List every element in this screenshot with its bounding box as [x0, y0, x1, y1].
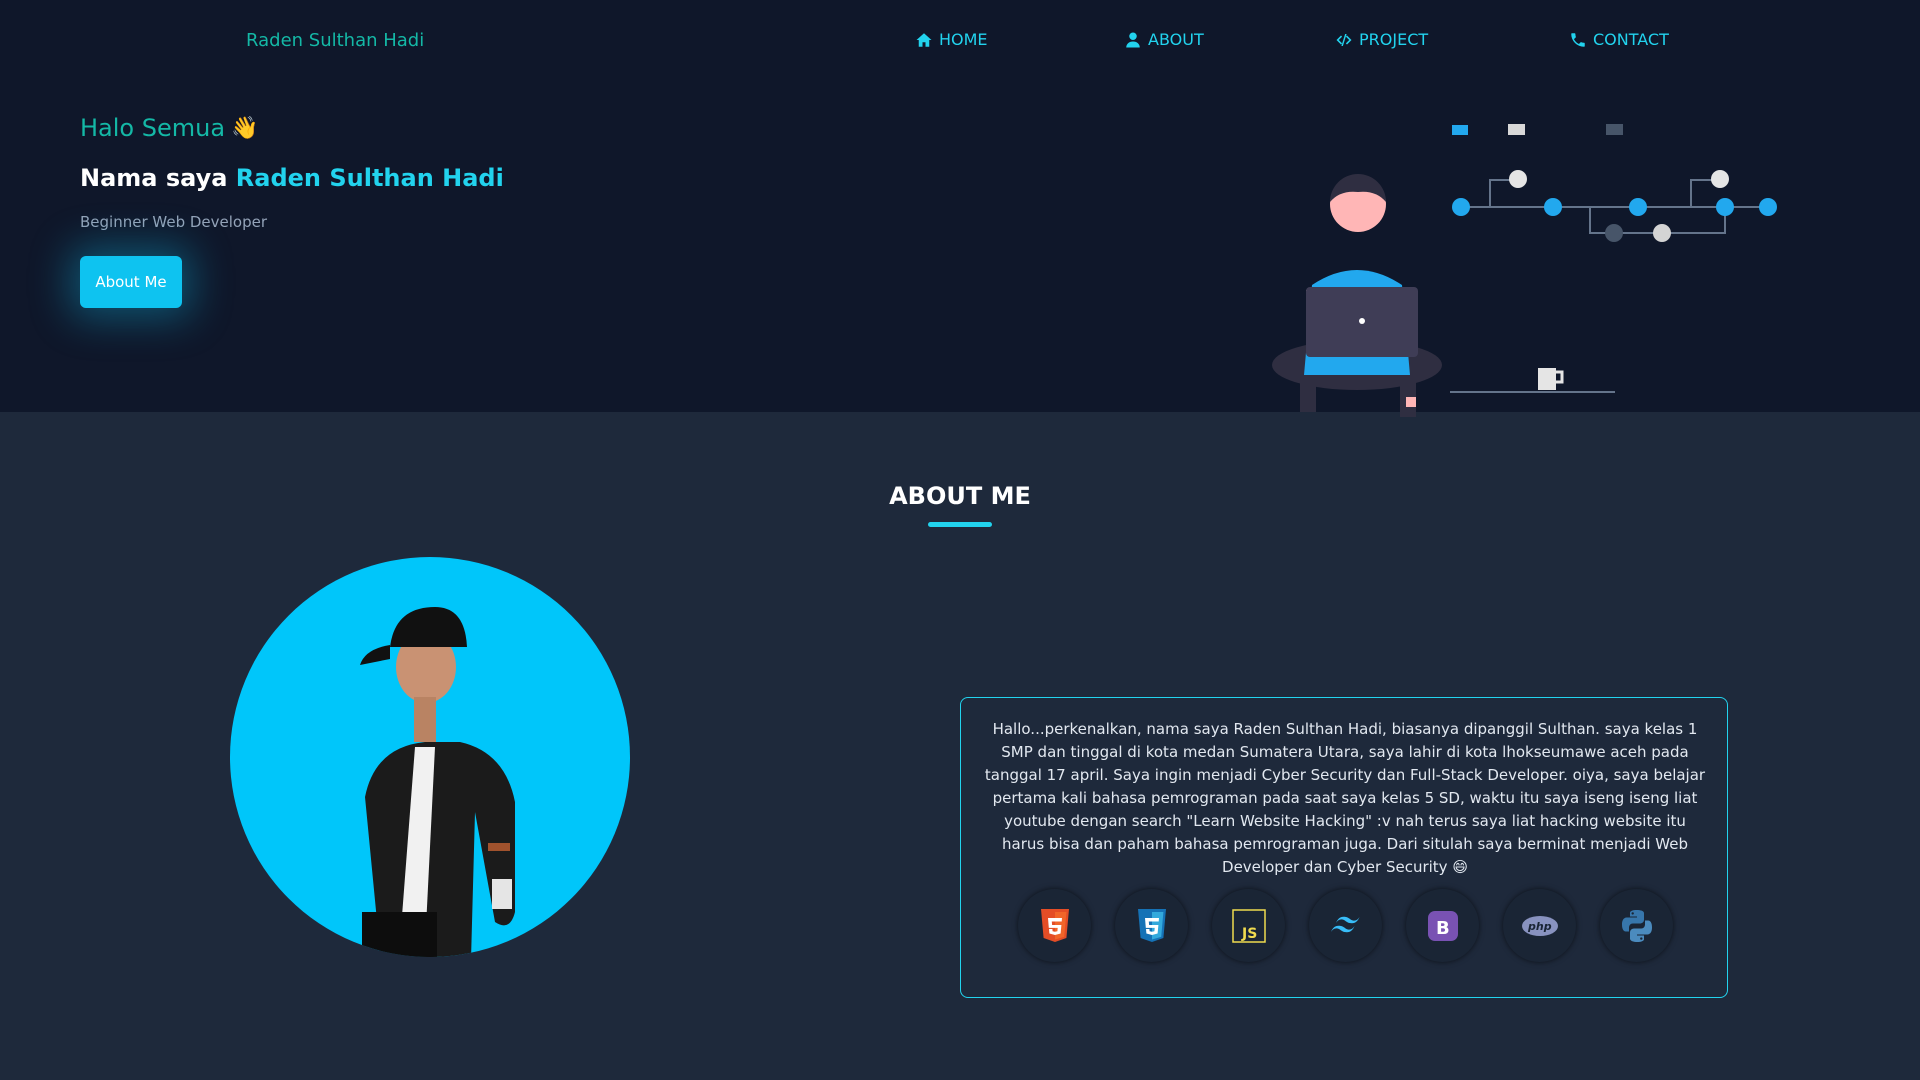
intro-highlight-name: Raden Sulthan Hadi: [235, 164, 504, 192]
nav-contact[interactable]: CONTACT: [1569, 30, 1669, 49]
phone-icon: [1571, 32, 1585, 47]
tech-item-javascript[interactable]: JS: [1212, 889, 1285, 962]
tech-stack-list: JS B php: [1018, 889, 1673, 962]
bootstrap-icon: B: [1427, 910, 1458, 941]
role-subtitle: Beginner Web Developer: [80, 213, 268, 231]
nav-about-label: ABOUT: [1148, 30, 1204, 49]
hero-section: Raden Sulthan Hadi HOME ABOUT PROJECT CO…: [0, 0, 1920, 417]
home-icon: [916, 32, 932, 47]
svg-text:php: php: [1527, 920, 1552, 933]
html5-icon: [1040, 908, 1069, 942]
about-title: ABOUT ME: [889, 482, 1031, 510]
svg-text:JS: JS: [1241, 926, 1257, 942]
php-icon: php: [1521, 915, 1558, 936]
tech-item-bootstrap[interactable]: B: [1406, 889, 1479, 962]
intro-prefix: Nama saya: [80, 164, 228, 192]
profile-photo: [230, 557, 630, 957]
nav-home-label: HOME: [939, 30, 988, 49]
tech-item-css3[interactable]: [1115, 889, 1188, 962]
code-icon: [1336, 33, 1352, 46]
intro-name: Nama saya Raden Sulthan Hadi: [80, 164, 504, 192]
user-icon: [1126, 32, 1140, 47]
tech-item-python[interactable]: [1600, 889, 1673, 962]
nav-home[interactable]: HOME: [915, 30, 988, 49]
javascript-icon: JS: [1231, 908, 1266, 943]
python-icon: [1621, 909, 1652, 942]
about-card: Hallo...perkenalkan, nama saya Raden Sul…: [960, 697, 1728, 998]
about-title-underline: [928, 522, 992, 527]
tailwind-icon: [1330, 916, 1359, 932]
tech-item-html5[interactable]: [1018, 889, 1091, 962]
main-nav: HOME ABOUT PROJECT CONTACT: [0, 30, 1920, 54]
nav-project[interactable]: PROJECT: [1335, 30, 1428, 49]
css3-icon: [1137, 908, 1166, 942]
greeting-text: Halo Semua: [80, 114, 226, 142]
nav-about[interactable]: ABOUT: [1124, 30, 1204, 49]
nav-project-label: PROJECT: [1359, 30, 1429, 49]
nav-contact-label: CONTACT: [1593, 30, 1669, 49]
developer-illustration: [1272, 124, 1777, 417]
waving-hand-icon: 👋: [231, 115, 259, 141]
greeting: Halo Semua 👋: [80, 114, 258, 142]
about-me-button[interactable]: About Me: [80, 256, 182, 308]
tech-item-php[interactable]: php: [1503, 889, 1576, 962]
svg-text:B: B: [1436, 918, 1450, 939]
person-silhouette-icon: [360, 607, 515, 957]
tech-item-tailwind[interactable]: [1309, 889, 1382, 962]
about-description: Hallo...perkenalkan, nama saya Raden Sul…: [984, 720, 1706, 876]
